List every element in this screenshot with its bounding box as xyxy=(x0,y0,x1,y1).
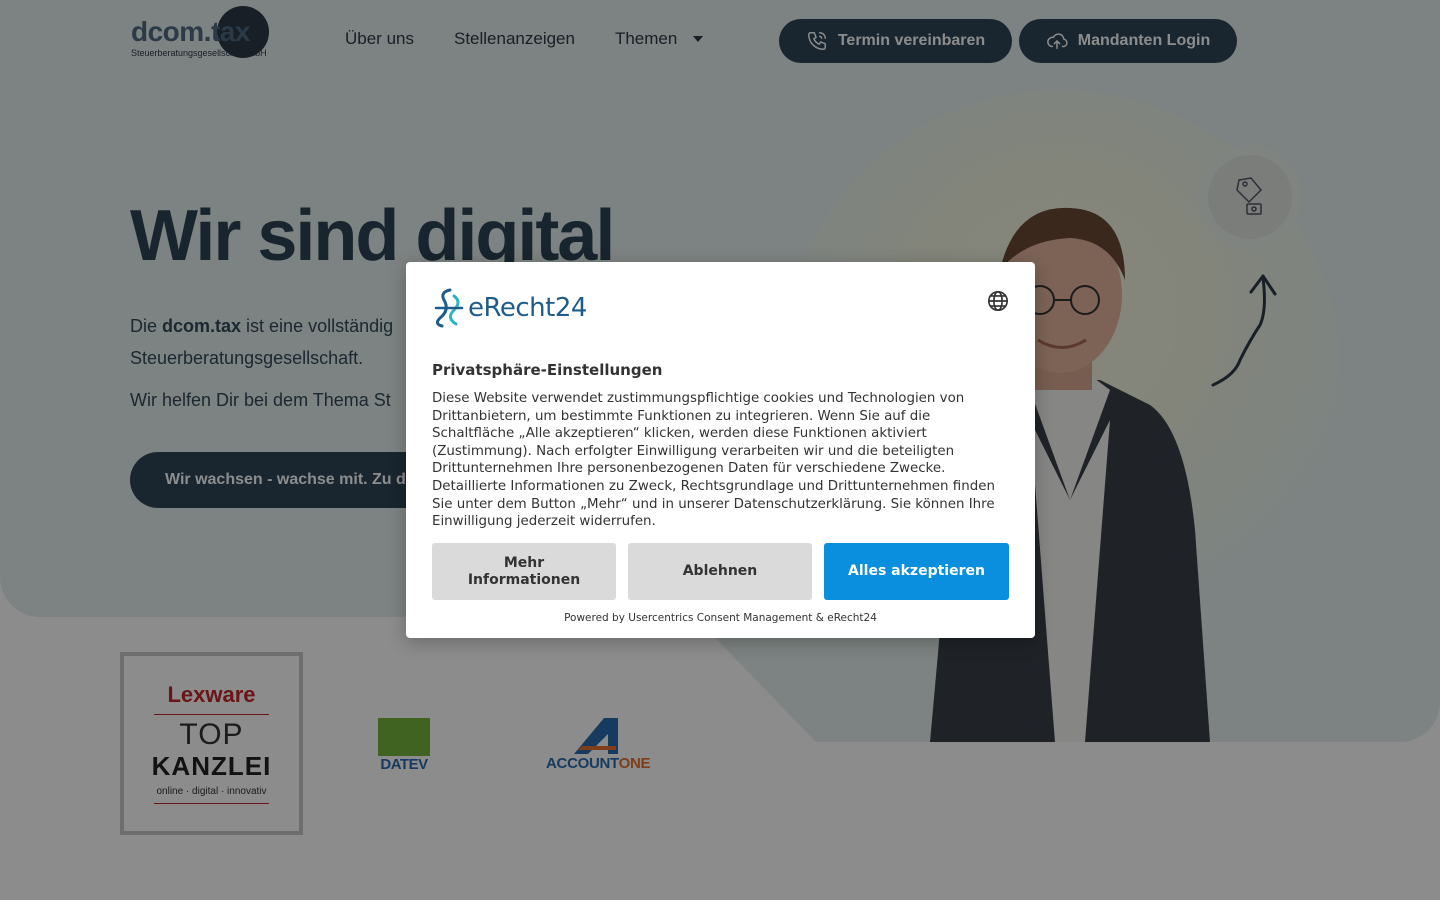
logo-text: dcom.tax xyxy=(131,16,250,47)
consent-text: Diese Website verwendet zustimmungspflic… xyxy=(432,391,995,530)
erecht24-symbol-icon xyxy=(434,288,464,328)
deny-button[interactable]: Ablehnen xyxy=(628,543,812,600)
erecht24-logo-text: eRecht24 xyxy=(468,293,587,323)
erecht24-logo: eRecht24 xyxy=(432,288,587,328)
consent-title: Privatsphäre-Einstellungen xyxy=(432,361,663,379)
language-button[interactable] xyxy=(987,290,1009,312)
accept-all-button[interactable]: Alles akzeptieren xyxy=(824,543,1009,600)
powered-by-text[interactable]: Powered by Usercentrics Consent Manageme… xyxy=(406,612,1035,624)
globe-icon xyxy=(988,291,1008,311)
more-info-button[interactable]: Mehr Informationen xyxy=(432,543,616,600)
consent-dialog: eRecht24 Privatsphäre-Einstellungen Dies… xyxy=(406,262,1035,638)
